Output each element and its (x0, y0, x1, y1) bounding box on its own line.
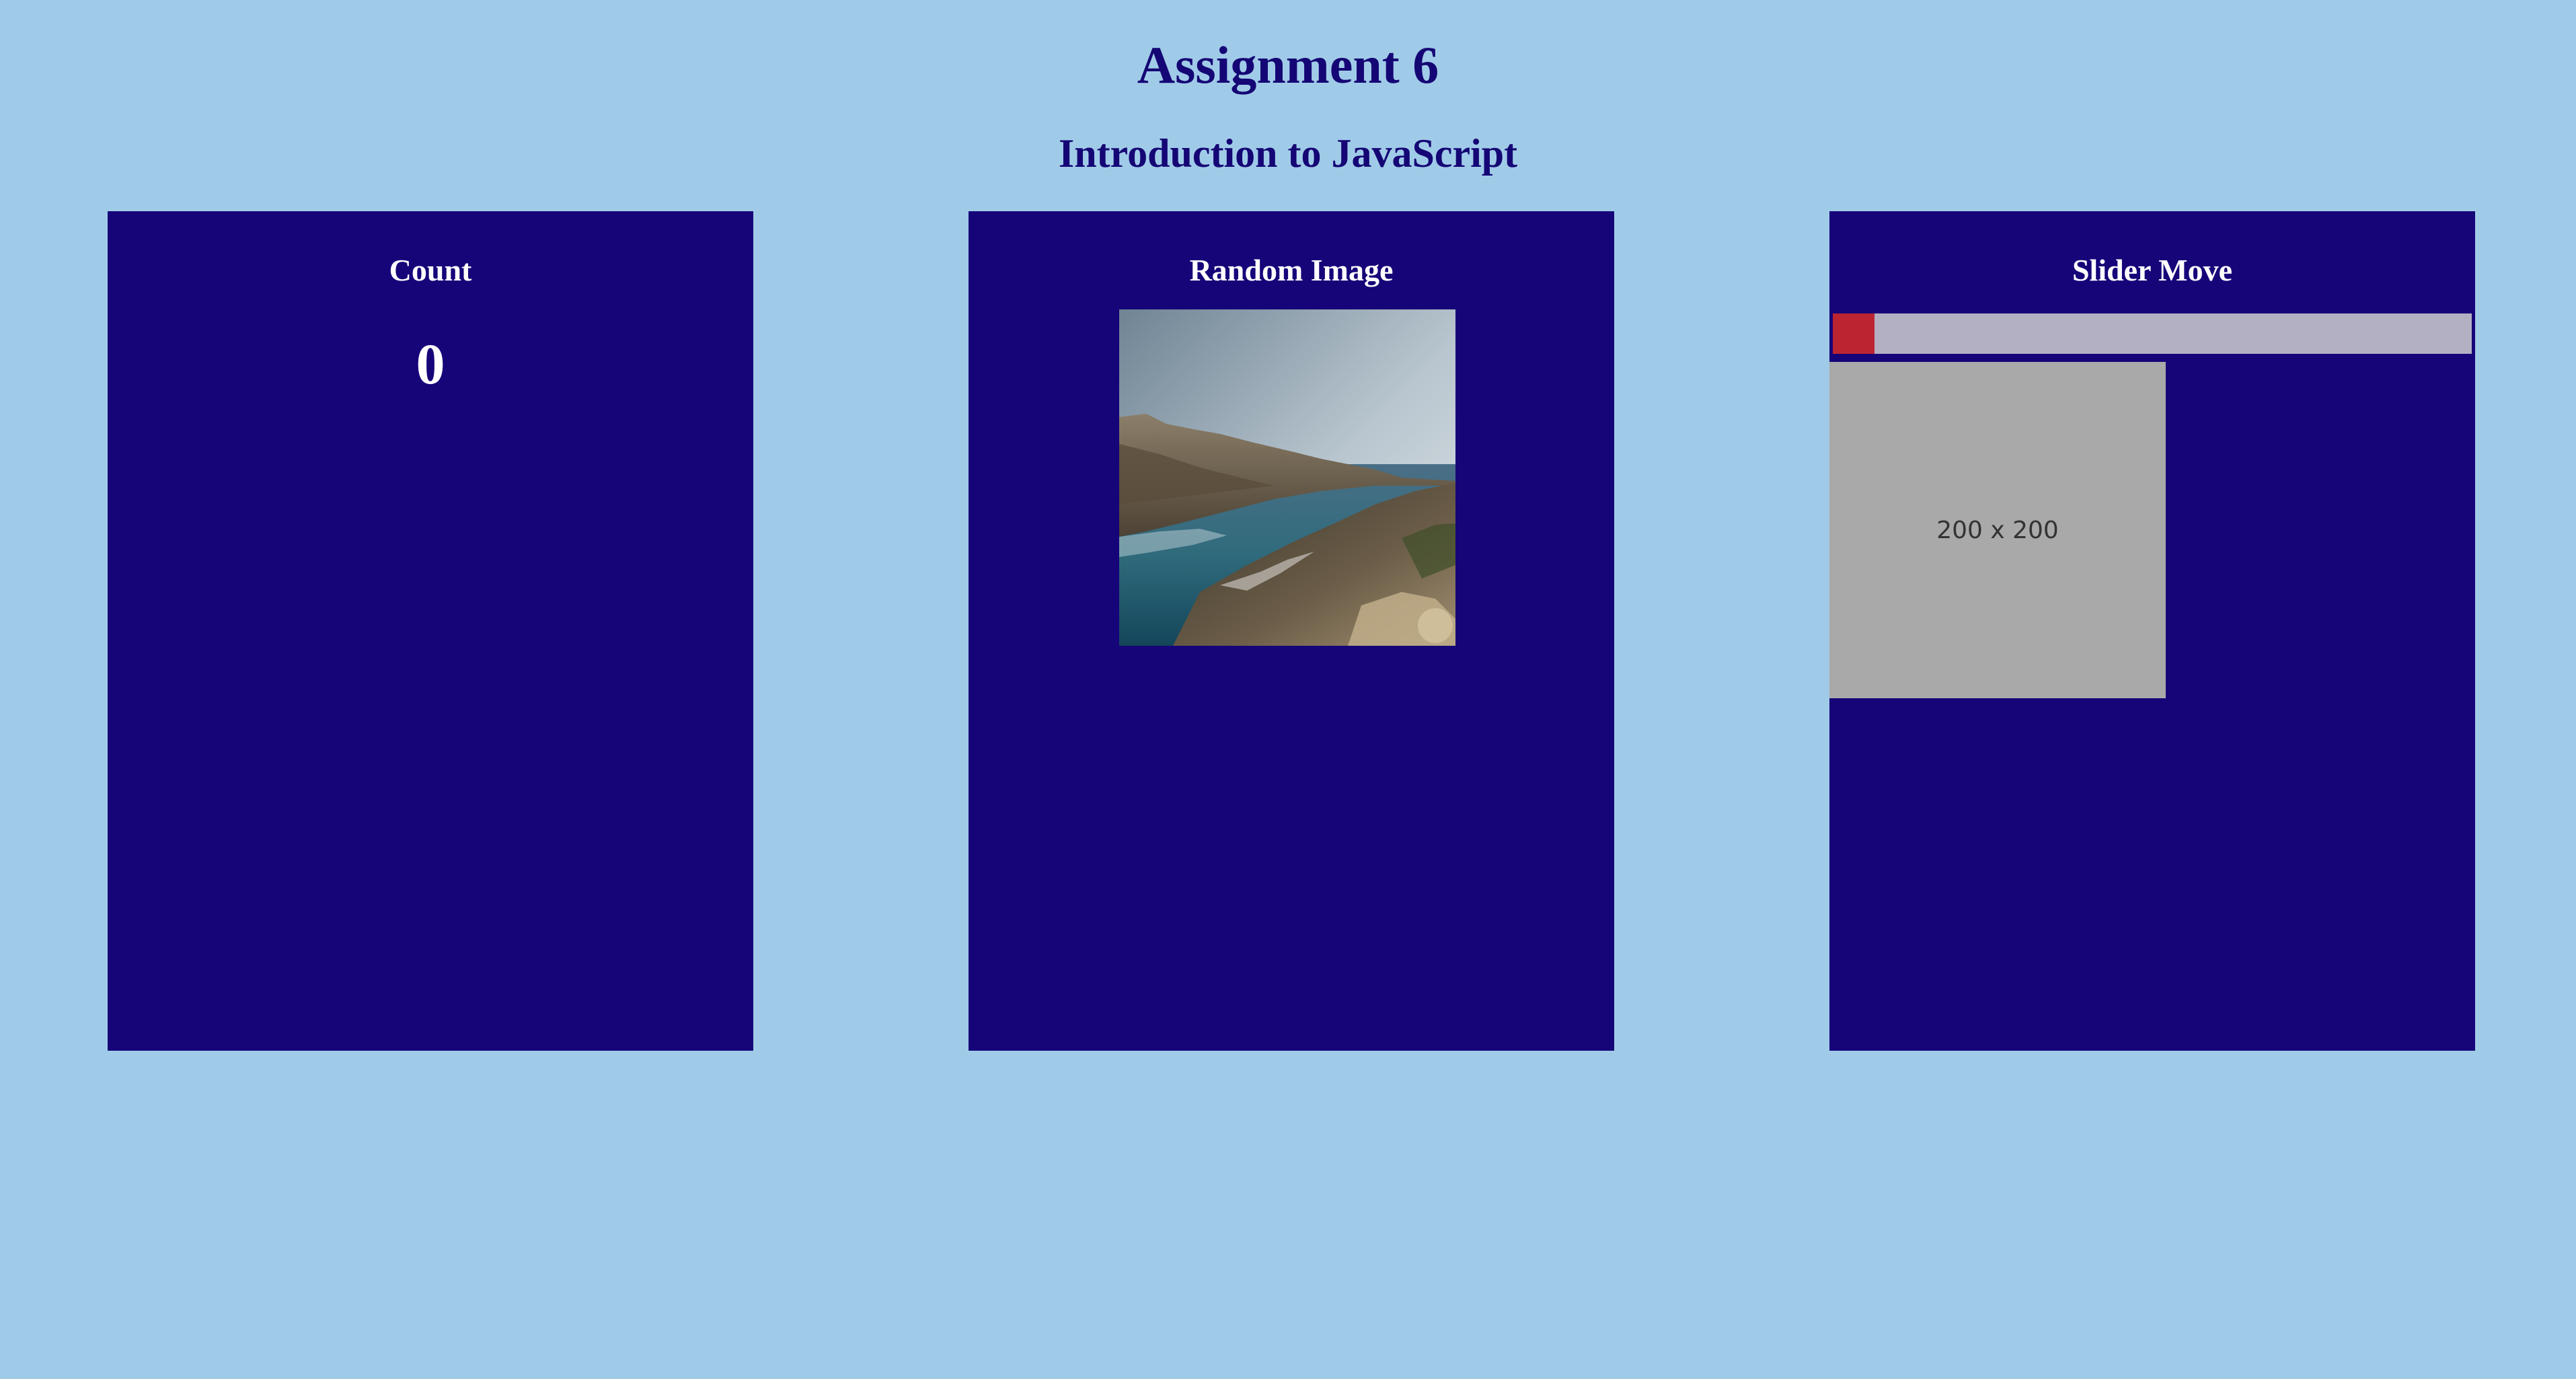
page-subtitle: Introduction to JavaScript (1058, 131, 1518, 176)
page-title: Assignment 6 (1137, 36, 1439, 94)
slider-track[interactable] (1833, 313, 2472, 354)
random-image-panel: Random Image (969, 211, 1614, 1051)
placeholder-label: 200 x 200 (1936, 516, 2059, 544)
count-panel[interactable]: Count 0 (108, 211, 753, 1051)
random-image[interactable] (1119, 309, 1455, 646)
random-image-panel-title: Random Image (1189, 253, 1394, 287)
page: Assignment 6 Introduction to JavaScript … (0, 0, 2576, 1379)
placeholder-image: 200 x 200 (1829, 362, 2166, 698)
count-panel-title: Count (389, 253, 472, 287)
slider-panel: Slider Move 200 x 200 (1829, 211, 2475, 1051)
count-value: 0 (416, 332, 445, 396)
slider-handle[interactable] (1833, 313, 1874, 354)
slider-panel-title: Slider Move (2072, 253, 2233, 287)
